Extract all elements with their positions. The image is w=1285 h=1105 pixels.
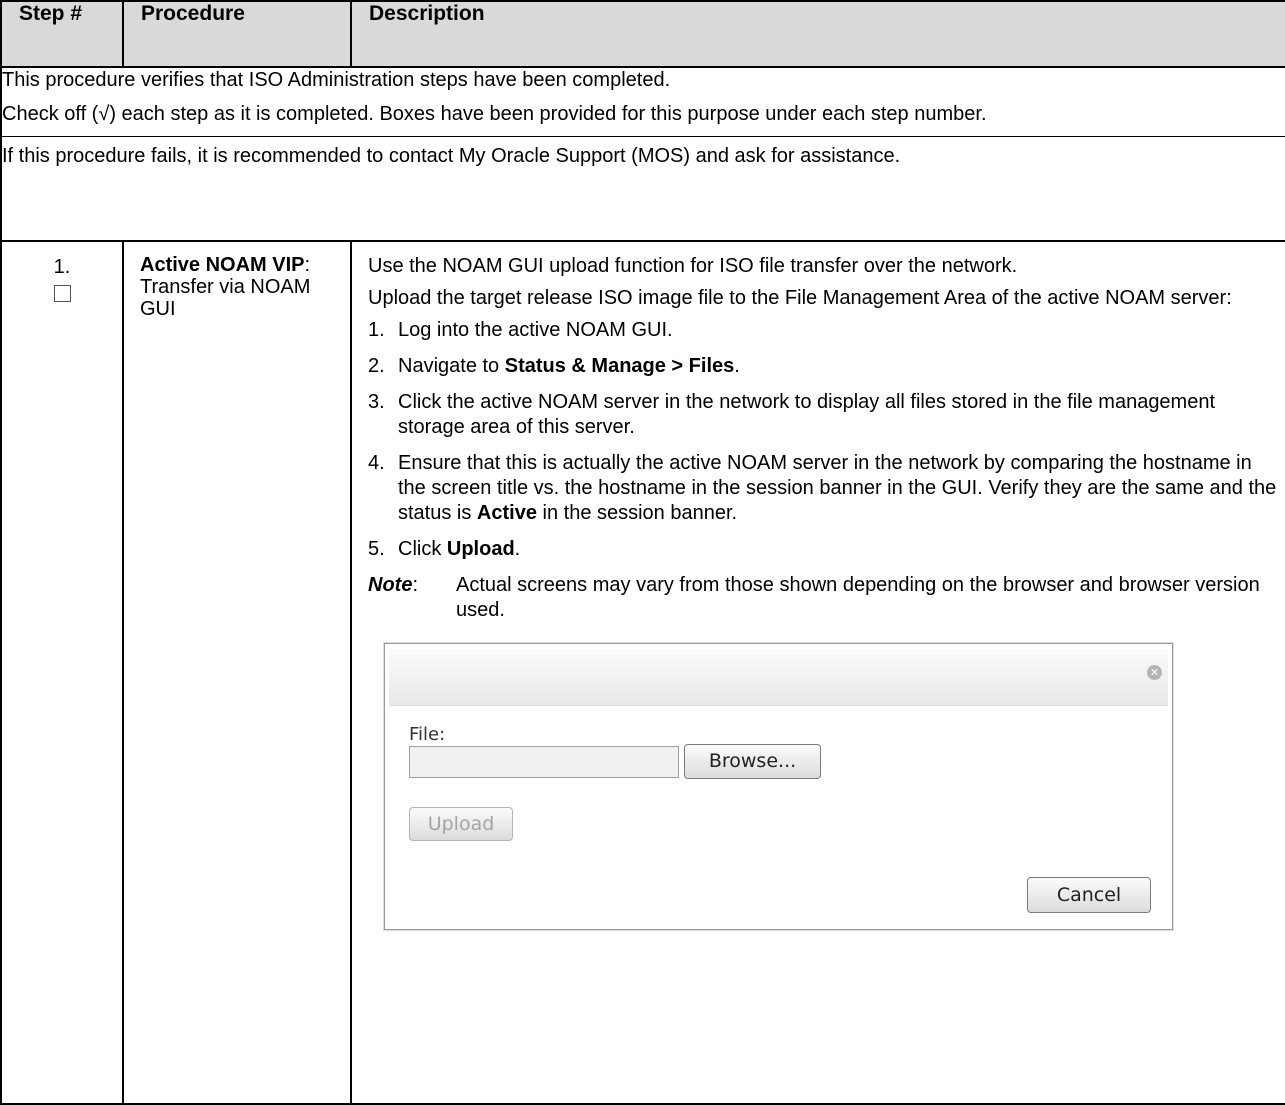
note-label: Note bbox=[368, 573, 418, 598]
substep-4: 4. Ensure that this is actually the activ… bbox=[368, 452, 1277, 524]
note-text: Actual screens may vary from those shown… bbox=[456, 574, 1260, 621]
substep-3: 3. Click the active NOAM server in the ne… bbox=[368, 391, 1216, 438]
close-icon[interactable]: ✕ bbox=[1147, 665, 1162, 680]
intro-line-1: This procedure verifies that ISO Adminis… bbox=[2, 69, 671, 91]
upload-button[interactable]: Upload bbox=[409, 807, 513, 841]
substep-1: 1. Log into the active NOAM GUI. bbox=[368, 319, 673, 341]
upload-dialog-screenshot: ✕ File: Browse... Upload Cancel bbox=[384, 643, 1173, 930]
procedure-table: Step # Procedure Description This proced… bbox=[0, 0, 1285, 1105]
file-path-input[interactable] bbox=[409, 746, 679, 778]
note: Note Actual screens may vary from those … bbox=[368, 573, 1279, 623]
header-procedure: Procedure bbox=[122, 0, 352, 68]
step-row-1: 1. Active NOAM VIP: Transfer via NOAM GU… bbox=[0, 240, 1285, 1105]
intro-line-3: If this procedure fails, it is recommend… bbox=[0, 136, 1285, 169]
step-number-cell: 1. bbox=[0, 240, 124, 1105]
intro-row: This procedure verifies that ISO Adminis… bbox=[0, 66, 1285, 242]
cancel-button[interactable]: Cancel bbox=[1027, 877, 1151, 913]
dialog-titlebar: ✕ bbox=[389, 649, 1168, 706]
header-description: Description bbox=[350, 0, 1285, 68]
step-checkbox[interactable] bbox=[53, 285, 71, 302]
description-cell: Use the NOAM GUI upload function for ISO… bbox=[350, 240, 1285, 1105]
substep-2: 2. Navigate to Status & Manage > Files. bbox=[368, 355, 740, 377]
intro-line-2: Check off (√) each step as it is complet… bbox=[2, 103, 987, 125]
file-label: File: bbox=[409, 724, 446, 745]
procedure-cell: Active NOAM VIP: Transfer via NOAM GUI bbox=[122, 240, 352, 1105]
table-header-row: Step # Procedure Description bbox=[0, 0, 1285, 68]
header-step: Step # bbox=[0, 0, 124, 68]
procedure-title-bold: Active NOAM VIP bbox=[140, 254, 305, 276]
substep-5: 5. Click Upload. bbox=[368, 538, 521, 560]
step-number: 1. bbox=[53, 256, 71, 278]
browse-button[interactable]: Browse... bbox=[684, 744, 821, 779]
intro-cell: This procedure verifies that ISO Adminis… bbox=[0, 66, 1285, 242]
description-para-1: Use the NOAM GUI upload function for ISO… bbox=[368, 255, 1018, 277]
description-para-2: Upload the target release ISO image file… bbox=[368, 287, 1232, 309]
substep-list: 1. Log into the active NOAM GUI. 2. Naviga… bbox=[368, 318, 1279, 562]
